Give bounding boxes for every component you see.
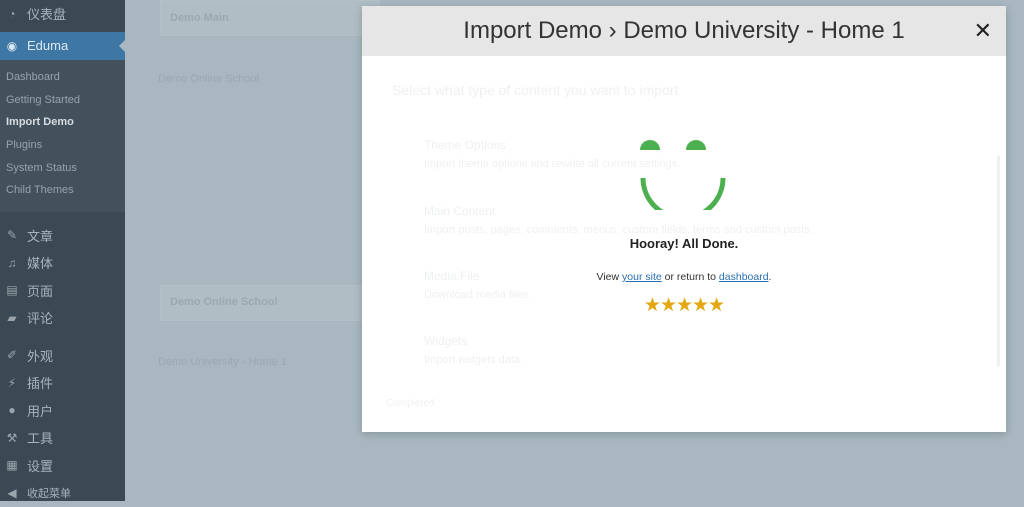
demo-image-alt: Demo University - Home 1 [158,356,287,368]
modal-title: Import Demo › Demo University - Home 1 [463,17,905,44]
submenu-dashboard[interactable]: Dashboard [0,66,125,89]
menu-comments[interactable]: ▰ 评论 [0,304,125,332]
import-demo-modal: Import Demo › Demo University - Home 1 ✕… [362,6,1006,432]
menu-plugins[interactable]: ⚡ 插件 [0,369,125,397]
menu-users[interactable]: ● 用户 [0,397,125,425]
pin-icon: ✎ [6,228,18,243]
msg-text: or return to [661,271,719,283]
option-title: Widgets [424,334,468,348]
menu-eduma[interactable]: ◉ Eduma [0,31,125,60]
submenu-plugins[interactable]: Plugins [0,134,125,157]
eduma-icon: ◉ [6,38,18,53]
comment-icon: ▰ [7,310,17,325]
page-icon: ▤ [6,283,18,298]
done-panel: Hooray! All Done. View your site or retu… [362,134,1006,317]
submenu-child-themes[interactable]: Child Themes [0,179,125,202]
appearance-icon: ✐ [6,348,18,363]
faded-heading: Select what type of content you want to … [392,82,679,98]
menu-posts[interactable]: ✎ 文章 [0,222,125,250]
menu-collapse[interactable]: ◀ 收起菜单 [0,479,125,507]
menu-dashboard[interactable]: ◔ 仪表盘 [0,0,125,28]
submenu-import-demo[interactable]: Import Demo [0,111,125,134]
submenu-system-status[interactable]: System Status [0,156,125,179]
wrench-icon: ⚒ [6,430,18,445]
menu-appearance[interactable]: ✐ 外观 [0,342,125,370]
collapse-icon: ◀ [7,485,17,500]
msg-text: . [768,271,772,283]
dashboard-icon: ◔ [8,6,16,21]
modal-header: Import Demo › Demo University - Home 1 [362,6,1006,56]
submenu-getting-started[interactable]: Getting Started [0,88,125,111]
msg-text: View [596,271,623,283]
menu-pages[interactable]: ▤ 页面 [0,277,125,305]
menu-tools[interactable]: ⚒ 工具 [0,424,125,452]
menu-media[interactable]: ♫ 媒体 [0,249,125,277]
option-desc: Import widgets data. [424,354,524,366]
dashboard-link[interactable]: dashboard [719,271,769,283]
user-icon: ● [8,403,16,418]
done-title: Hooray! All Done. [629,236,739,251]
media-icon: ♫ [7,255,17,270]
eduma-submenu: Dashboard Getting Started Import Demo Pl… [0,59,125,212]
settings-icon: ▦ [6,458,18,473]
your-site-link[interactable]: your site [622,271,662,283]
plugin-icon: ⚡ [7,375,17,390]
demo-card-title: Demo Online School [170,296,278,308]
demo-card-title: Demo Main [170,12,229,24]
done-message: View your site or return to dashboard. [362,271,1006,283]
rating-stars[interactable]: ★★★★★ [362,294,1006,317]
menu-settings[interactable]: ▦ 设置 [0,452,125,480]
close-icon[interactable]: ✕ [974,18,992,44]
completed-button: Completed [386,398,435,409]
demo-image-alt: Demo Online School [158,73,259,85]
admin-sidebar: ◔ 仪表盘 ◉ Eduma Dashboard Getting Started Im… [0,0,125,501]
